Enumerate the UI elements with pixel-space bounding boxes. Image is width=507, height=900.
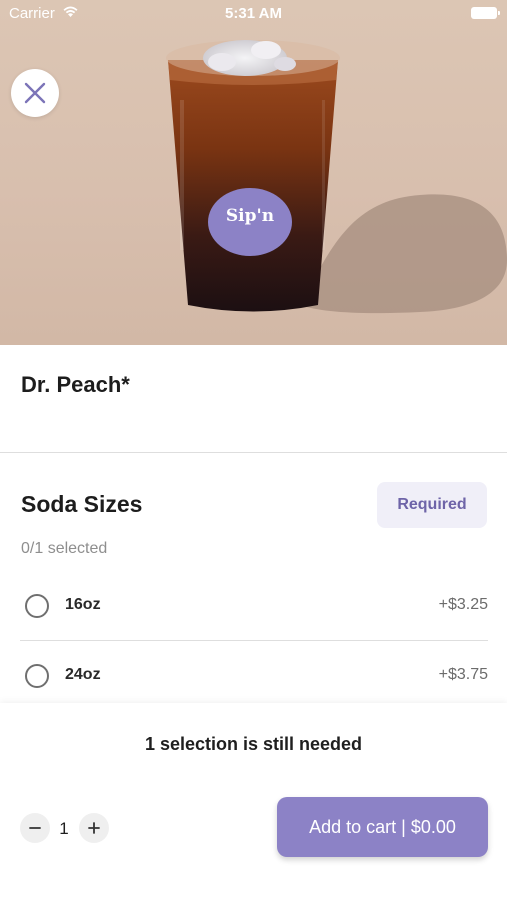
- option-divider: [20, 640, 488, 641]
- add-to-cart-button[interactable]: Add to cart | $0.00: [277, 797, 488, 857]
- battery-icon: [471, 7, 500, 19]
- option-price: +$3.25: [438, 596, 488, 613]
- option-row-24oz[interactable]: 24oz +$3.75: [20, 642, 488, 710]
- close-icon: [24, 82, 46, 104]
- radio-button[interactable]: [25, 664, 49, 688]
- required-badge: Required: [377, 482, 487, 528]
- drink-illustration: [166, 40, 507, 314]
- radio-button[interactable]: [25, 594, 49, 618]
- decrease-quantity-button[interactable]: [20, 813, 50, 843]
- option-row-16oz[interactable]: 16oz +$3.25: [20, 572, 488, 640]
- option-name: 24oz: [65, 666, 101, 683]
- plus-icon: [88, 822, 100, 834]
- minus-icon: [29, 827, 41, 829]
- increase-quantity-button[interactable]: [79, 813, 109, 843]
- option-name: 16oz: [65, 596, 101, 613]
- divider: [0, 452, 507, 453]
- option-group-title: Soda Sizes: [21, 491, 143, 517]
- status-bar: Carrier 5:31 AM: [0, 0, 507, 28]
- cart-footer: 1 selection is still needed 1 Add to car…: [0, 703, 507, 900]
- selected-count: 0/1 selected: [21, 540, 108, 557]
- quantity-value: 1: [59, 819, 69, 838]
- close-button[interactable]: [11, 69, 59, 117]
- product-title: Dr. Peach*: [21, 372, 130, 397]
- cup-brand-label: Sip'n: [225, 206, 275, 226]
- status-time: 5:31 AM: [225, 5, 282, 22]
- product-image: Sip'n: [0, 0, 507, 345]
- selection-notice: 1 selection is still needed: [144, 734, 363, 754]
- option-price: +$3.75: [438, 666, 488, 683]
